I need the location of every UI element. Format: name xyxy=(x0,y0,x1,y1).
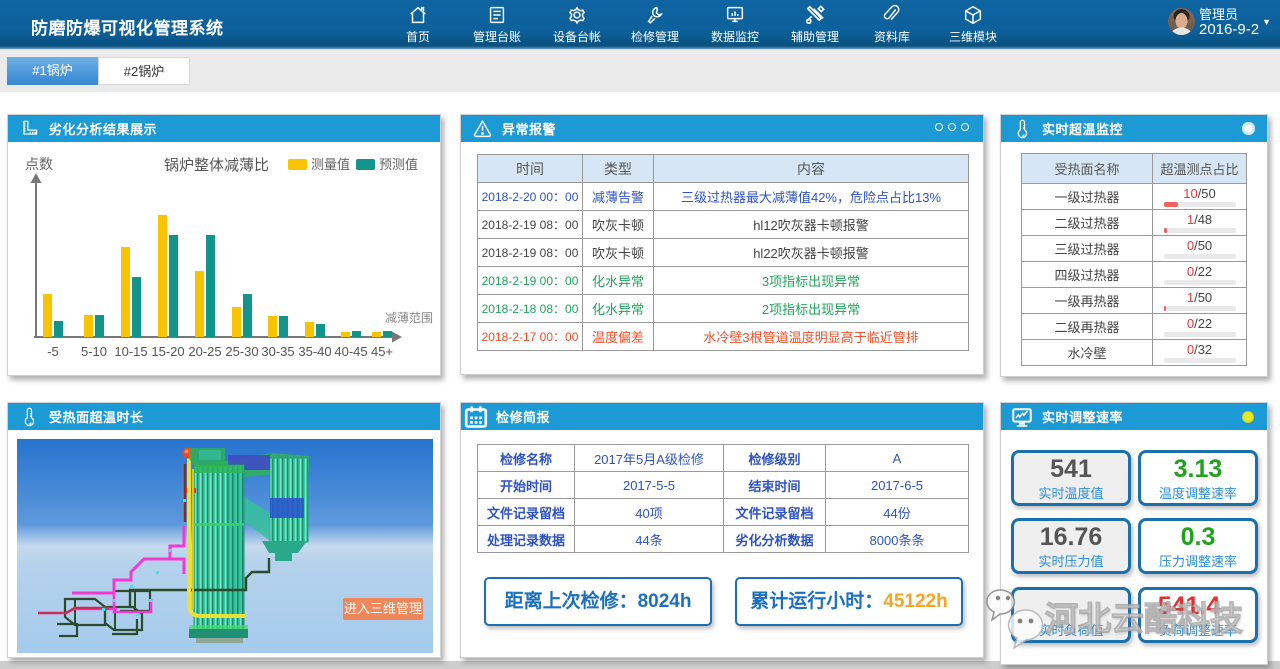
svg-text:30-35: 30-35 xyxy=(261,344,294,359)
svg-text:-5: -5 xyxy=(47,344,59,359)
svg-text:15-20: 15-20 xyxy=(151,344,184,359)
svg-text:20-25: 20-25 xyxy=(188,344,221,359)
svg-text:10-15: 10-15 xyxy=(114,344,147,359)
svg-text:25-30: 25-30 xyxy=(225,344,258,359)
svg-text:45+: 45+ xyxy=(371,344,393,359)
svg-text:减薄范围: 减薄范围 xyxy=(385,310,433,325)
svg-text:测量值: 测量值 xyxy=(311,157,350,172)
svg-text:锅炉整体减薄比: 锅炉整体减薄比 xyxy=(164,157,269,174)
svg-text:5-10: 5-10 xyxy=(81,344,107,359)
svg-text:点数: 点数 xyxy=(25,156,53,172)
svg-text:35-40: 35-40 xyxy=(298,344,331,359)
svg-text:40-45: 40-45 xyxy=(334,344,367,359)
svg-text:预测值: 预测值 xyxy=(379,157,418,172)
